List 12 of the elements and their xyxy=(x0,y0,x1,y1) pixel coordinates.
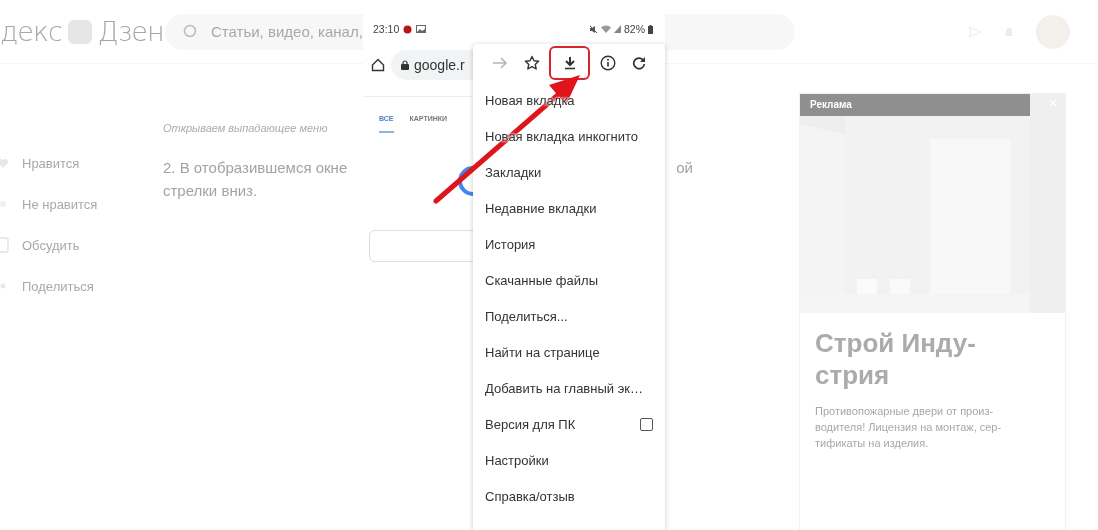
logo-text: Дзен xyxy=(97,16,164,47)
paragraph-text: стрелки вниз. xyxy=(163,182,258,199)
image-caption: Открываем выпадающее меню xyxy=(163,122,328,134)
battery-level: 82% xyxy=(624,23,645,35)
paragraph-text: 2. В отобразившемся окне xyxy=(163,159,348,176)
ad-label: Реклама xyxy=(810,99,852,111)
ad-description: Противопожарные двери от произ- водителя! Лицензия на монтаж, сер- тификаты на изделия. xyxy=(814,404,1003,451)
ad-title: Строй Инду- стрия xyxy=(814,327,977,391)
status-time: 23:10 xyxy=(373,23,400,35)
logo-text: декс xyxy=(0,16,62,47)
paragraph-text: ой xyxy=(676,159,693,176)
menu-item-label: Версия для ПК xyxy=(485,416,576,432)
